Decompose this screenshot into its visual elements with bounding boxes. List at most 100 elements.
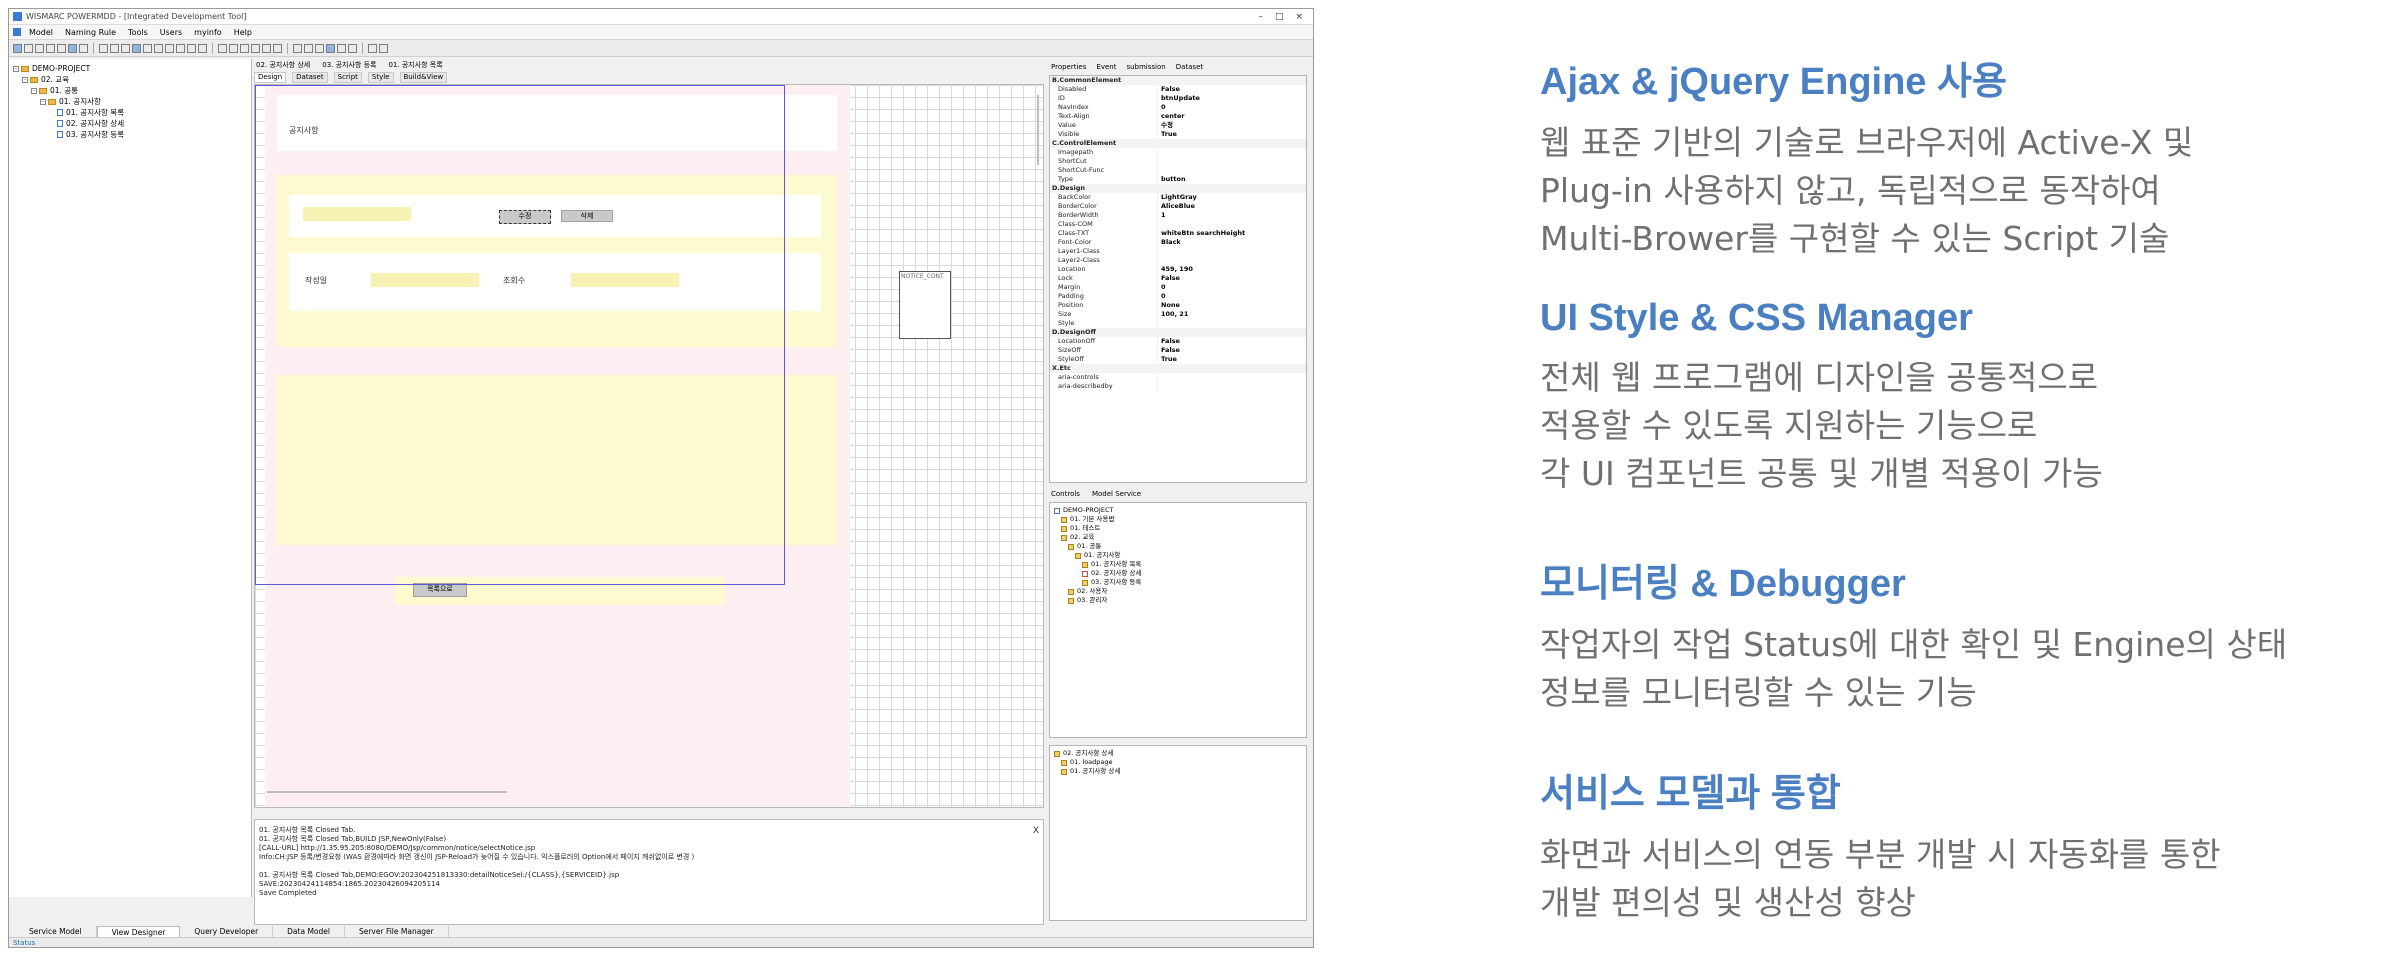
property-value[interactable]: btnUpdate <box>1158 94 1306 103</box>
tab-event[interactable]: Event <box>1094 63 1118 71</box>
tree-item[interactable]: 03. 관리자 <box>1054 596 1302 605</box>
tab-submission[interactable]: submission <box>1124 63 1167 71</box>
tree-item[interactable]: 01. 공지사항 상세 <box>1054 767 1302 776</box>
tree-item[interactable]: 01. 기본 사용법 <box>1054 515 1302 524</box>
property-section[interactable]: X.Etc <box>1050 364 1306 373</box>
image-control-icon[interactable] <box>187 43 196 53</box>
zoom-out-icon[interactable] <box>379 43 388 53</box>
menu-naming-rule[interactable]: Naming Rule <box>59 28 122 37</box>
align-middle-icon[interactable] <box>262 43 271 53</box>
tree-item[interactable]: 03. 공지사항 등록 <box>13 129 247 140</box>
minimize-icon[interactable]: – <box>1258 12 1263 22</box>
expand-icon[interactable]: - <box>31 87 37 94</box>
tree-item[interactable]: 01. 공통 <box>1054 542 1302 551</box>
property-row[interactable]: Type button <box>1050 175 1306 184</box>
redo-icon[interactable] <box>57 43 66 53</box>
refresh-icon[interactable] <box>68 43 77 53</box>
property-row[interactable]: Padding 0 <box>1050 292 1306 301</box>
menu-model[interactable]: Model <box>23 28 59 37</box>
property-row[interactable]: SizeOff False <box>1050 346 1306 355</box>
send-back-icon[interactable] <box>348 43 357 53</box>
tree-item[interactable]: 02. 교육 <box>1054 533 1302 542</box>
menu-help[interactable]: Help <box>228 28 258 37</box>
design-canvas[interactable]: 공지사항 수정 삭제 작성일 조회수 목록으로 NOTICE_CONT <box>254 84 1044 808</box>
property-value[interactable]: 수정 <box>1158 121 1306 130</box>
property-row[interactable]: Location 459, 190 <box>1050 265 1306 274</box>
property-value[interactable]: button <box>1158 175 1306 184</box>
property-row[interactable]: ShortCut-Func <box>1050 166 1306 175</box>
build-icon[interactable] <box>79 43 88 53</box>
property-value[interactable]: False <box>1158 85 1306 94</box>
tab-build-view[interactable]: Build&View <box>399 72 448 83</box>
property-value[interactable]: True <box>1158 130 1306 139</box>
tree-item[interactable]: 03. 공지사항 등록 <box>1054 578 1302 587</box>
same-height-icon[interactable] <box>304 43 313 53</box>
tree-item[interactable]: 02. 공지사항 상세 <box>1054 569 1302 578</box>
property-row[interactable]: Class-COM <box>1050 220 1306 229</box>
property-row[interactable]: aria-controls <box>1050 373 1306 382</box>
close-output-icon[interactable]: X <box>1033 826 1039 836</box>
property-value[interactable] <box>1158 373 1306 382</box>
align-bottom-icon[interactable] <box>273 43 282 53</box>
tab-style[interactable]: Style <box>367 72 394 83</box>
list-button[interactable]: 목록으로 <box>413 583 467 597</box>
align-top-icon[interactable] <box>251 43 260 53</box>
open-icon[interactable] <box>24 43 33 53</box>
property-row[interactable]: aria-describedby <box>1050 382 1306 391</box>
tree-item[interactable]: - 01. 공통 <box>13 85 247 96</box>
property-row[interactable]: Style <box>1050 319 1306 328</box>
tree-item[interactable]: - 01. 공지사항 <box>13 96 247 107</box>
menu-users[interactable]: Users <box>154 28 188 37</box>
property-value[interactable]: 100, 21 <box>1158 310 1306 319</box>
align-right-icon[interactable] <box>240 43 249 53</box>
property-row[interactable]: LocationOff False <box>1050 337 1306 346</box>
tree-item[interactable]: 01. 테스트 <box>1054 524 1302 533</box>
select-control-icon[interactable] <box>165 43 174 53</box>
expand-icon[interactable]: - <box>40 98 46 105</box>
property-row[interactable]: Imagepath <box>1050 148 1306 157</box>
property-row[interactable]: BorderWidth 1 <box>1050 211 1306 220</box>
tree-item[interactable]: 02. 공지사항 상세 <box>13 118 247 129</box>
property-value[interactable]: 0 <box>1158 292 1306 301</box>
property-value[interactable] <box>1158 382 1306 391</box>
align-left-icon[interactable] <box>218 43 227 53</box>
app-menu-icon[interactable] <box>13 28 21 36</box>
same-size-icon[interactable] <box>315 43 324 53</box>
property-row[interactable]: Layer1-Class <box>1050 247 1306 256</box>
property-row[interactable]: Font-Color Black <box>1050 238 1306 247</box>
tab-notice-detail[interactable]: 02. 공지사항 상세 <box>254 60 312 71</box>
align-center-icon[interactable] <box>229 43 238 53</box>
property-row[interactable]: Lock False <box>1050 274 1306 283</box>
property-value[interactable]: 0 <box>1158 283 1306 292</box>
property-value[interactable]: None <box>1158 301 1306 310</box>
tab-notice-register[interactable]: 03. 공지사항 등록 <box>320 60 378 71</box>
undo-icon[interactable] <box>46 43 55 53</box>
radio-control-icon[interactable] <box>154 43 163 53</box>
property-row[interactable]: Layer2-Class <box>1050 256 1306 265</box>
checkbox-control-icon[interactable] <box>143 43 152 53</box>
bring-front-icon[interactable] <box>337 43 346 53</box>
expand-icon[interactable]: - <box>13 65 19 72</box>
property-row[interactable]: StyleOff True <box>1050 355 1306 364</box>
button-control-icon[interactable] <box>99 43 108 53</box>
property-row[interactable]: ShortCut <box>1050 157 1306 166</box>
property-row[interactable]: NavIndex 0 <box>1050 103 1306 112</box>
textarea-control-icon[interactable] <box>121 43 130 53</box>
same-width-icon[interactable] <box>293 43 302 53</box>
property-value[interactable] <box>1158 157 1306 166</box>
horizontal-scrollbar[interactable] <box>267 791 507 793</box>
tree-item[interactable]: - DEMO-PROJECT <box>13 63 247 74</box>
expand-icon[interactable]: - <box>22 76 28 83</box>
zoom-in-icon[interactable] <box>368 43 377 53</box>
tree-item[interactable]: 02. 공지사항 상세 <box>1054 749 1302 758</box>
tree-item[interactable]: - 02. 교육 <box>13 74 247 85</box>
tree-item[interactable]: 01. 공지사항 <box>1054 551 1302 560</box>
property-row[interactable]: ID btnUpdate <box>1050 94 1306 103</box>
grid-control-icon[interactable] <box>132 43 141 53</box>
property-section[interactable]: D.Design <box>1050 184 1306 193</box>
tab-dataset[interactable]: Dataset <box>292 72 328 83</box>
tab-design[interactable]: Design <box>254 72 287 83</box>
property-value[interactable]: False <box>1158 274 1306 283</box>
property-row[interactable]: Visible True <box>1050 130 1306 139</box>
property-row[interactable]: Margin 0 <box>1050 283 1306 292</box>
